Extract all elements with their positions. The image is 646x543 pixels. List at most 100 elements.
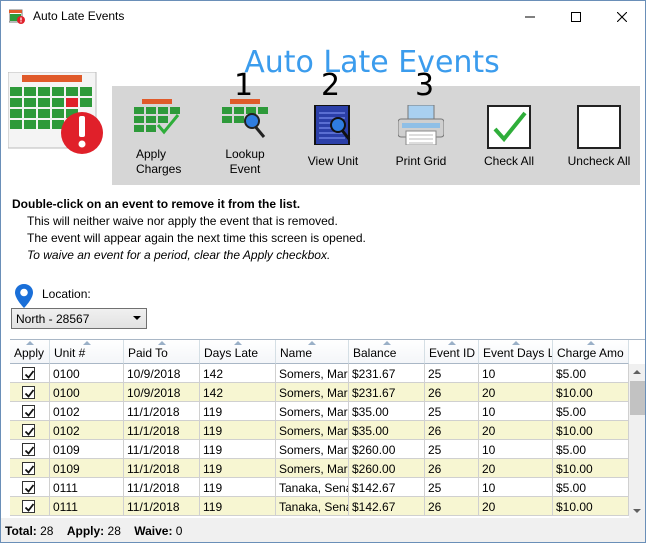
sort-arrow-icon <box>382 341 391 345</box>
cell-name: Somers, Marl <box>276 364 349 383</box>
cell-charge-amount: $10.00 <box>553 459 629 478</box>
uncheck-all-icon <box>577 105 621 149</box>
column-header-paid-to[interactable]: Paid To <box>124 340 200 364</box>
column-header-label: Name <box>280 346 313 360</box>
table-row[interactable]: 0102 11/1/2018 119 Somers, Marl $35.00 25 10 $5… <box>10 402 629 421</box>
checkmark-icon <box>24 389 35 398</box>
location-select[interactable]: North - 28567 <box>11 308 147 329</box>
cell-unit: 0109 <box>50 459 124 478</box>
column-header-event-id[interactable]: Event ID <box>425 340 479 364</box>
cell-charge-amount: $10.00 <box>553 497 629 516</box>
instruction-line-1: This will neither waive nor apply the ev… <box>27 214 338 228</box>
cell-days-late: 119 <box>200 421 276 440</box>
view-unit-icon <box>314 105 351 145</box>
apply-checkbox[interactable] <box>22 386 35 399</box>
cell-paid-to: 11/1/2018 <box>124 421 200 440</box>
cell-charge-amount: $10.00 <box>553 421 629 440</box>
column-header-unit[interactable]: Unit # <box>50 340 124 364</box>
step-number-1: 1 <box>234 68 254 103</box>
sort-arrow-icon <box>586 341 595 345</box>
window-title: Auto Late Events <box>33 9 125 23</box>
column-header-label: Paid To <box>128 346 168 360</box>
maximize-icon <box>571 11 581 22</box>
cell-charge-amount: $5.00 <box>553 364 629 383</box>
waive-count-value: 0 <box>175 524 183 538</box>
cell-balance: $142.67 <box>349 497 425 516</box>
cell-charge-amount: $5.00 <box>553 478 629 497</box>
cell-balance: $231.67 <box>349 364 425 383</box>
vertical-scrollbar[interactable] <box>629 364 645 518</box>
cell-days-late: 119 <box>200 402 276 421</box>
cell-event-days: 10 <box>479 440 553 459</box>
column-header-days-late[interactable]: Days Late <box>200 340 276 364</box>
table-row[interactable]: 0109 11/1/2018 119 Somers, Marl $260.00 25 10 $… <box>10 440 629 459</box>
events-grid: Apply Unit # Paid To Days Late Name Balance Ev… <box>10 339 645 518</box>
cell-days-late: 119 <box>200 478 276 497</box>
sort-arrow-icon <box>157 341 166 345</box>
table-row[interactable]: 0102 11/1/2018 119 Somers, Marl $35.00 26 20 $1… <box>10 421 629 440</box>
checkmark-icon <box>24 465 35 474</box>
sort-arrow-icon <box>82 341 91 345</box>
step-number-3: 3 <box>415 68 435 103</box>
apply-checkbox[interactable] <box>22 481 35 494</box>
column-header-name[interactable]: Name <box>276 340 349 364</box>
column-header-event-days[interactable]: Event Days L <box>479 340 553 364</box>
checkmark-icon <box>24 427 35 436</box>
cell-days-late: 119 <box>200 459 276 478</box>
cell-balance: $231.67 <box>349 383 425 402</box>
cell-days-late: 119 <box>200 440 276 459</box>
minimize-button[interactable] <box>507 1 553 32</box>
waive-count-label: Waive: <box>134 524 173 538</box>
cell-name: Somers, Marl <box>276 459 349 478</box>
instructions: Double-click on an event to remove it fr… <box>12 196 366 264</box>
table-row[interactable]: 0100 10/9/2018 142 Somers, Marl $231.67 26 20 $… <box>10 383 629 402</box>
cell-event-id: 25 <box>425 440 479 459</box>
close-button[interactable] <box>599 1 645 32</box>
cell-unit: 0100 <box>50 383 124 402</box>
calendar-alert-icon <box>9 9 25 24</box>
table-row[interactable]: 0111 11/1/2018 119 Tanaka, Sena $142.67 25 10 $… <box>10 478 629 497</box>
apply-count-value: 28 <box>107 524 121 538</box>
scroll-thumb[interactable] <box>630 381 645 415</box>
cell-name: Somers, Marl <box>276 421 349 440</box>
sort-arrow-icon <box>25 341 34 345</box>
apply-count-label: Apply: <box>66 524 105 538</box>
table-row[interactable]: 0109 11/1/2018 119 Somers, Marl $260.00 26 20 $… <box>10 459 629 478</box>
app-window: Auto Late Events Auto Late Events Apply … <box>0 0 646 543</box>
cell-event-id: 25 <box>425 364 479 383</box>
cell-days-late: 142 <box>200 383 276 402</box>
table-row[interactable]: 0111 11/1/2018 119 Tanaka, Sena $142.67 26 20 $… <box>10 497 629 516</box>
sort-arrow-icon <box>308 341 316 345</box>
cell-apply <box>10 459 50 478</box>
cell-name: Tanaka, Sena <box>276 478 349 497</box>
minimize-icon <box>525 16 535 17</box>
apply-checkbox[interactable] <box>22 500 35 513</box>
uncheck-all-button[interactable]: Uncheck All <box>562 86 636 185</box>
column-header-balance[interactable]: Balance <box>349 340 425 364</box>
check-all-button[interactable]: Check All <box>478 86 540 185</box>
check-all-label: Check All <box>483 154 535 168</box>
apply-checkbox[interactable] <box>22 443 35 456</box>
cell-unit: 0111 <box>50 478 124 497</box>
apply-checkbox[interactable] <box>22 424 35 437</box>
title-bar[interactable]: Auto Late Events <box>1 1 645 32</box>
apply-charges-button[interactable]: Apply Charges <box>128 86 186 185</box>
cell-event-days: 10 <box>479 478 553 497</box>
apply-checkbox[interactable] <box>22 405 35 418</box>
calendar-alert-logo-icon <box>8 72 103 154</box>
column-header-apply[interactable]: Apply <box>10 340 50 364</box>
table-row[interactable]: 0100 10/9/2018 142 Somers, Marl $231.67 25 10 $… <box>10 364 629 383</box>
grid-header: Apply Unit # Paid To Days Late Name Balance Ev… <box>10 340 630 364</box>
cell-apply <box>10 421 50 440</box>
apply-checkbox[interactable] <box>22 462 35 475</box>
scroll-down-icon[interactable] <box>633 509 641 513</box>
apply-checkbox[interactable] <box>22 367 35 380</box>
column-header-charge-amount[interactable]: Charge Amo <box>553 340 629 364</box>
cell-apply <box>10 402 50 421</box>
scroll-up-icon[interactable] <box>633 370 641 374</box>
cell-event-days: 20 <box>479 421 553 440</box>
toolbar: Apply Charges Lookup Event View Unit Pri… <box>112 86 640 185</box>
column-header-label: Unit # <box>54 346 86 360</box>
maximize-button[interactable] <box>553 1 599 32</box>
cell-apply <box>10 478 50 497</box>
